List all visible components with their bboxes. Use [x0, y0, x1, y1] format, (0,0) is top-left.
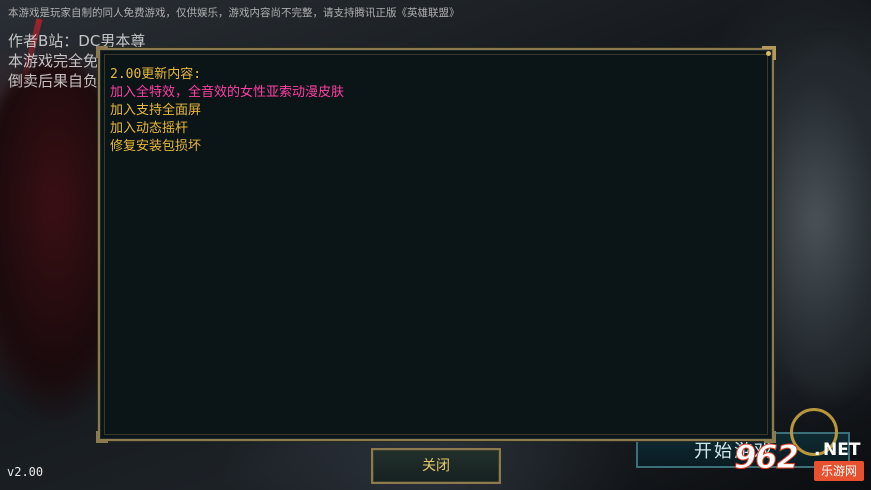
update-note-item: 加入动态摇杆: [110, 121, 189, 136]
watermark-dot: .: [814, 440, 821, 460]
frame-corner-icon: [96, 46, 108, 58]
update-notes-title: 2.00更新内容:: [110, 67, 202, 82]
update-notes-dialog: 2.00更新内容: 加入全特效，全音效的女性亚索动漫皮肤 加入支持全面屏 加入动…: [96, 46, 776, 443]
disclaimer-text: 本游戏是玩家自制的同人免费游戏，仅供娱乐，游戏内容尚不完整，请支持腾讯正版《英雄…: [8, 7, 460, 19]
game-screen: 本游戏是玩家自制的同人免费游戏，仅供娱乐，游戏内容尚不完整，请支持腾讯正版《英雄…: [0, 0, 871, 490]
watermark-number: 962: [734, 438, 800, 477]
watermark-tld: NET: [823, 440, 861, 460]
version-label: v2.00: [7, 465, 44, 479]
frame-corner-icon: [96, 431, 108, 443]
update-note-item: 加入支持全面屏: [110, 103, 202, 118]
resale-warning: 倒卖后果自负: [8, 72, 99, 90]
update-notes-body: 2.00更新内容: 加入全特效，全音效的女性亚索动漫皮肤 加入支持全面屏 加入动…: [110, 66, 344, 156]
watermark-site-name: 乐游网: [814, 461, 864, 481]
close-button[interactable]: 关闭: [371, 448, 501, 484]
site-watermark: 962 . NET 乐游网: [730, 434, 868, 486]
update-note-item: 加入全特效，全音效的女性亚索动漫皮肤: [110, 85, 345, 100]
frame-corner-gem-icon: [762, 46, 776, 60]
background-art-right: [760, 40, 871, 400]
update-note-item: 修复安装包损坏: [110, 139, 202, 154]
